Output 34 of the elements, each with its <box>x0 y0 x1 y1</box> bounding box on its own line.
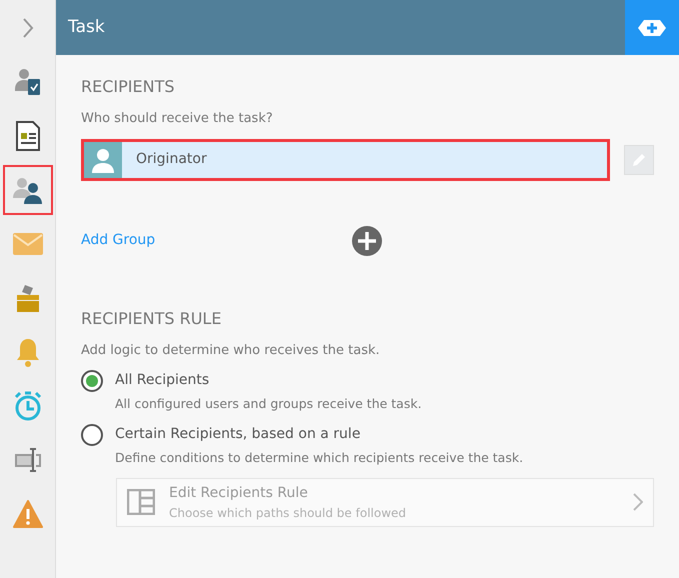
chevron-icon <box>633 493 643 511</box>
add-icon[interactable] <box>351 224 383 256</box>
sidebar-item[interactable] <box>2 165 52 215</box>
prompt-text: Who should receive the task? <box>81 110 274 128</box>
option-description: Define conditions to determine which recipients receive the task. <box>115 448 524 467</box>
radio-button[interactable] <box>81 424 103 446</box>
bell-icon <box>14 337 40 367</box>
add-button[interactable] <box>625 0 679 55</box>
rule-subtitle: Choose which paths should be followed <box>169 504 408 522</box>
recipient-item[interactable]: Originator <box>81 138 610 180</box>
option-description: All configured users and groups receive the task. <box>115 395 422 413</box>
window-title: Task <box>67 16 105 39</box>
add-group-link[interactable]: Add Group <box>81 230 351 251</box>
option-label: All Recipients <box>115 371 210 390</box>
box-icon <box>16 283 40 313</box>
document-icon <box>14 121 40 151</box>
pencil-icon <box>631 152 647 168</box>
section-heading: RECIPIENTS RULE <box>81 308 222 330</box>
avatar-icon <box>84 142 122 178</box>
recipient-name: Originator <box>135 150 207 169</box>
plus-icon <box>637 18 667 36</box>
warning-icon <box>12 500 42 528</box>
person-clipboard-icon <box>12 67 42 97</box>
section-heading: RECIPIENTS <box>81 76 176 98</box>
text-field-icon <box>14 447 40 473</box>
layout-icon <box>127 489 155 515</box>
expand-button[interactable] <box>22 16 34 38</box>
radio-button[interactable] <box>81 370 103 392</box>
option-label: Certain Recipients, based on a rule <box>115 424 362 444</box>
rule-title: Edit Recipients Rule <box>169 484 309 502</box>
people-icon <box>12 176 44 204</box>
prompt-text: Add logic to determine who receives the task. <box>81 342 381 360</box>
stopwatch-icon <box>12 390 42 422</box>
envelope-icon <box>12 233 42 255</box>
